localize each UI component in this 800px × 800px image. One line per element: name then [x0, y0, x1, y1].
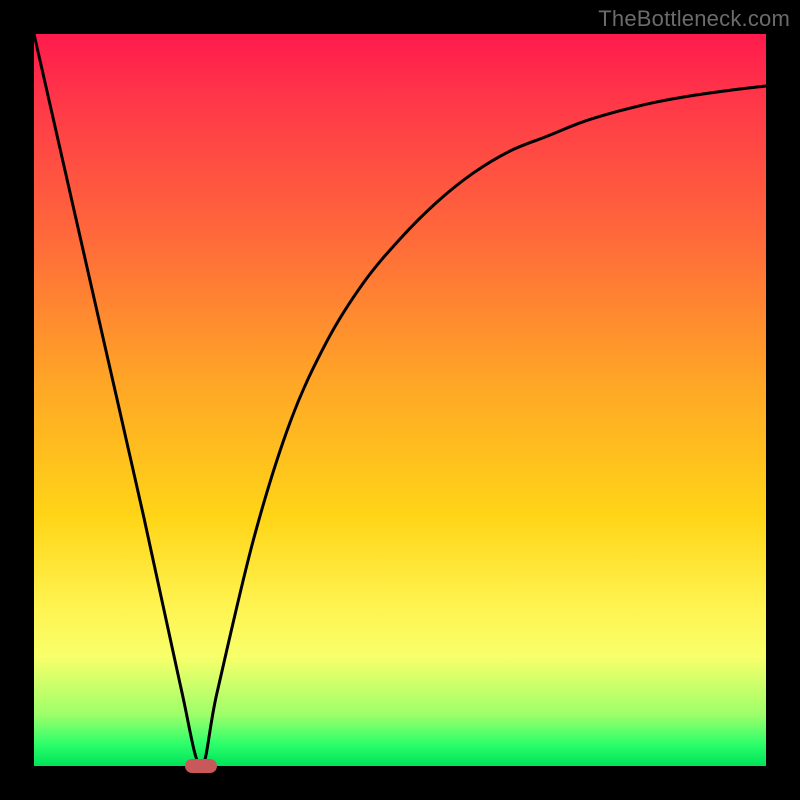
bottleneck-curve	[34, 34, 766, 766]
chart-frame: TheBottleneck.com	[0, 0, 800, 800]
watermark-text: TheBottleneck.com	[598, 6, 790, 32]
optimal-point-marker	[185, 759, 217, 773]
plot-area	[34, 34, 766, 766]
